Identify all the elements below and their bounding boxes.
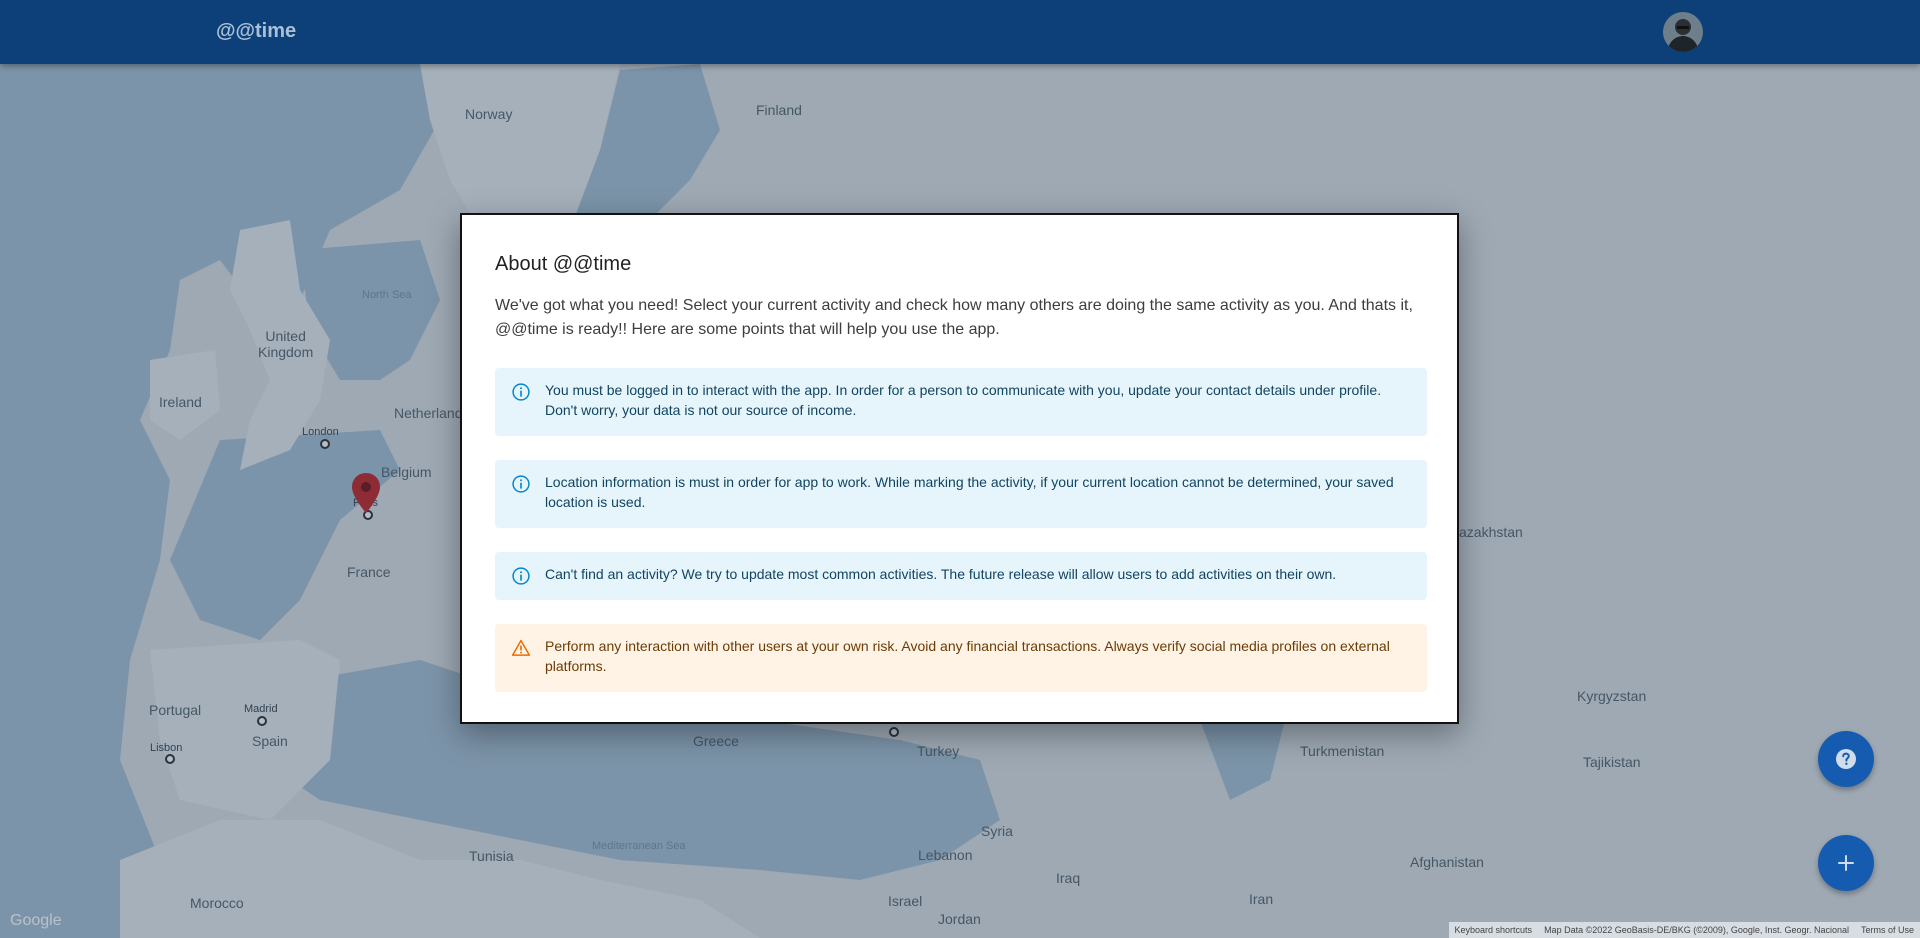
app-title[interactable]: @@time (216, 20, 296, 43)
dialog-intro: We've got what you need! Select your cur… (495, 297, 1413, 338)
info-icon (512, 383, 530, 401)
terms-of-use-link[interactable]: Terms of Use (1861, 925, 1914, 935)
info-alert-location: Location information is must in order fo… (495, 460, 1427, 528)
alert-text: You must be logged in to interact with t… (545, 382, 1382, 418)
warning-alert-risk: Perform any interaction with other users… (495, 624, 1427, 692)
keyboard-shortcuts-link[interactable]: Keyboard shortcuts (1455, 925, 1533, 935)
info-alert-activities: Can't find an activity? We try to update… (495, 552, 1427, 600)
avatar[interactable] (1663, 12, 1703, 52)
map-data-attribution: Map Data ©2022 GeoBasis-DE/BKG (©2009), … (1544, 925, 1849, 935)
plus-icon (1838, 855, 1854, 871)
add-activity-button[interactable] (1818, 835, 1874, 891)
alert-text: Location information is must in order fo… (545, 474, 1394, 510)
help-button[interactable] (1818, 731, 1874, 787)
google-logo: Google (10, 912, 62, 929)
warning-icon (511, 639, 531, 656)
info-icon (512, 567, 530, 585)
about-dialog[interactable]: About @@time We've got what you need! Se… (460, 213, 1459, 724)
dialog-title: About @@time (495, 253, 632, 275)
info-alert-login: You must be logged in to interact with t… (495, 368, 1427, 436)
help-icon (1836, 749, 1856, 769)
alert-text: Perform any interaction with other users… (545, 638, 1390, 674)
user-avatar-icon (1663, 12, 1703, 52)
app-bar: @@time (0, 0, 1920, 64)
info-icon (512, 475, 530, 493)
map-footer: Keyboard shortcuts Map Data ©2022 GeoBas… (1448, 922, 1920, 938)
alert-text: Can't find an activity? We try to update… (545, 566, 1337, 582)
